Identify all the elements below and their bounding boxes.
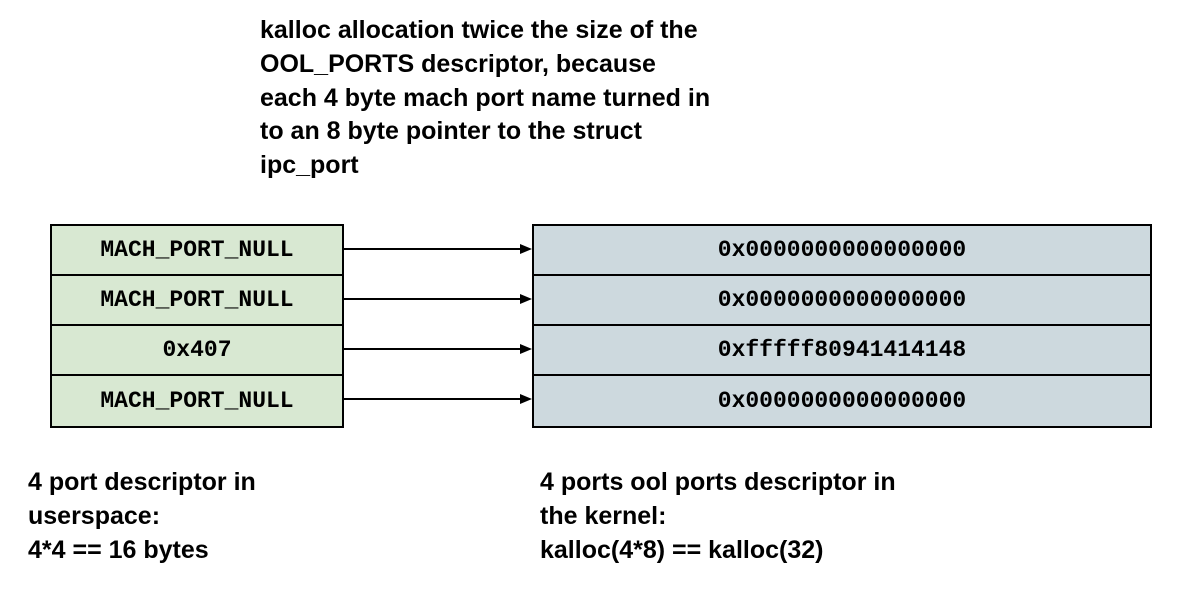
diagram-body: MACH_PORT_NULL MACH_PORT_NULL 0x407 MACH… (50, 224, 1152, 428)
userspace-row: MACH_PORT_NULL (52, 226, 342, 276)
header-line2: OOL_PORTS descriptor, because (260, 50, 656, 78)
kernel-table: 0x0000000000000000 0x0000000000000000 0x… (532, 224, 1152, 428)
kernel-row: 0x0000000000000000 (534, 226, 1150, 276)
kernel-row: 0x0000000000000000 (534, 376, 1150, 426)
kernel-caption: 4 ports ool ports descriptor in the kern… (540, 466, 1100, 567)
header-line5: ipc_port (260, 151, 359, 179)
kernel-caption-line1: 4 ports ool ports descriptor in (540, 468, 896, 496)
arrow-icon (344, 274, 532, 324)
userspace-table: MACH_PORT_NULL MACH_PORT_NULL 0x407 MACH… (50, 224, 344, 428)
arrow-icon (344, 374, 532, 424)
arrow-column (344, 224, 532, 424)
kernel-row: 0x0000000000000000 (534, 276, 1150, 326)
userspace-row: MACH_PORT_NULL (52, 376, 342, 426)
userspace-caption-line2: userspace: (28, 502, 160, 530)
header-line4: to an 8 byte pointer to the struct (260, 117, 642, 145)
arrow-icon (344, 324, 532, 374)
kernel-row: 0xfffff80941414148 (534, 326, 1150, 376)
header-line3: each 4 byte mach port name turned in (260, 84, 710, 112)
userspace-caption-line3: 4*4 == 16 bytes (28, 536, 209, 564)
kernel-caption-line3: kalloc(4*8) == kalloc(32) (540, 536, 823, 564)
userspace-caption-line1: 4 port descriptor in (28, 468, 256, 496)
kernel-caption-line2: the kernel: (540, 502, 666, 530)
arrow-icon (344, 224, 532, 274)
header-line1: kalloc allocation twice the size of the (260, 16, 698, 44)
userspace-caption: 4 port descriptor in userspace: 4*4 == 1… (28, 466, 448, 567)
userspace-row: MACH_PORT_NULL (52, 276, 342, 326)
header-caption: kalloc allocation twice the size of the … (260, 14, 820, 183)
userspace-row: 0x407 (52, 326, 342, 376)
